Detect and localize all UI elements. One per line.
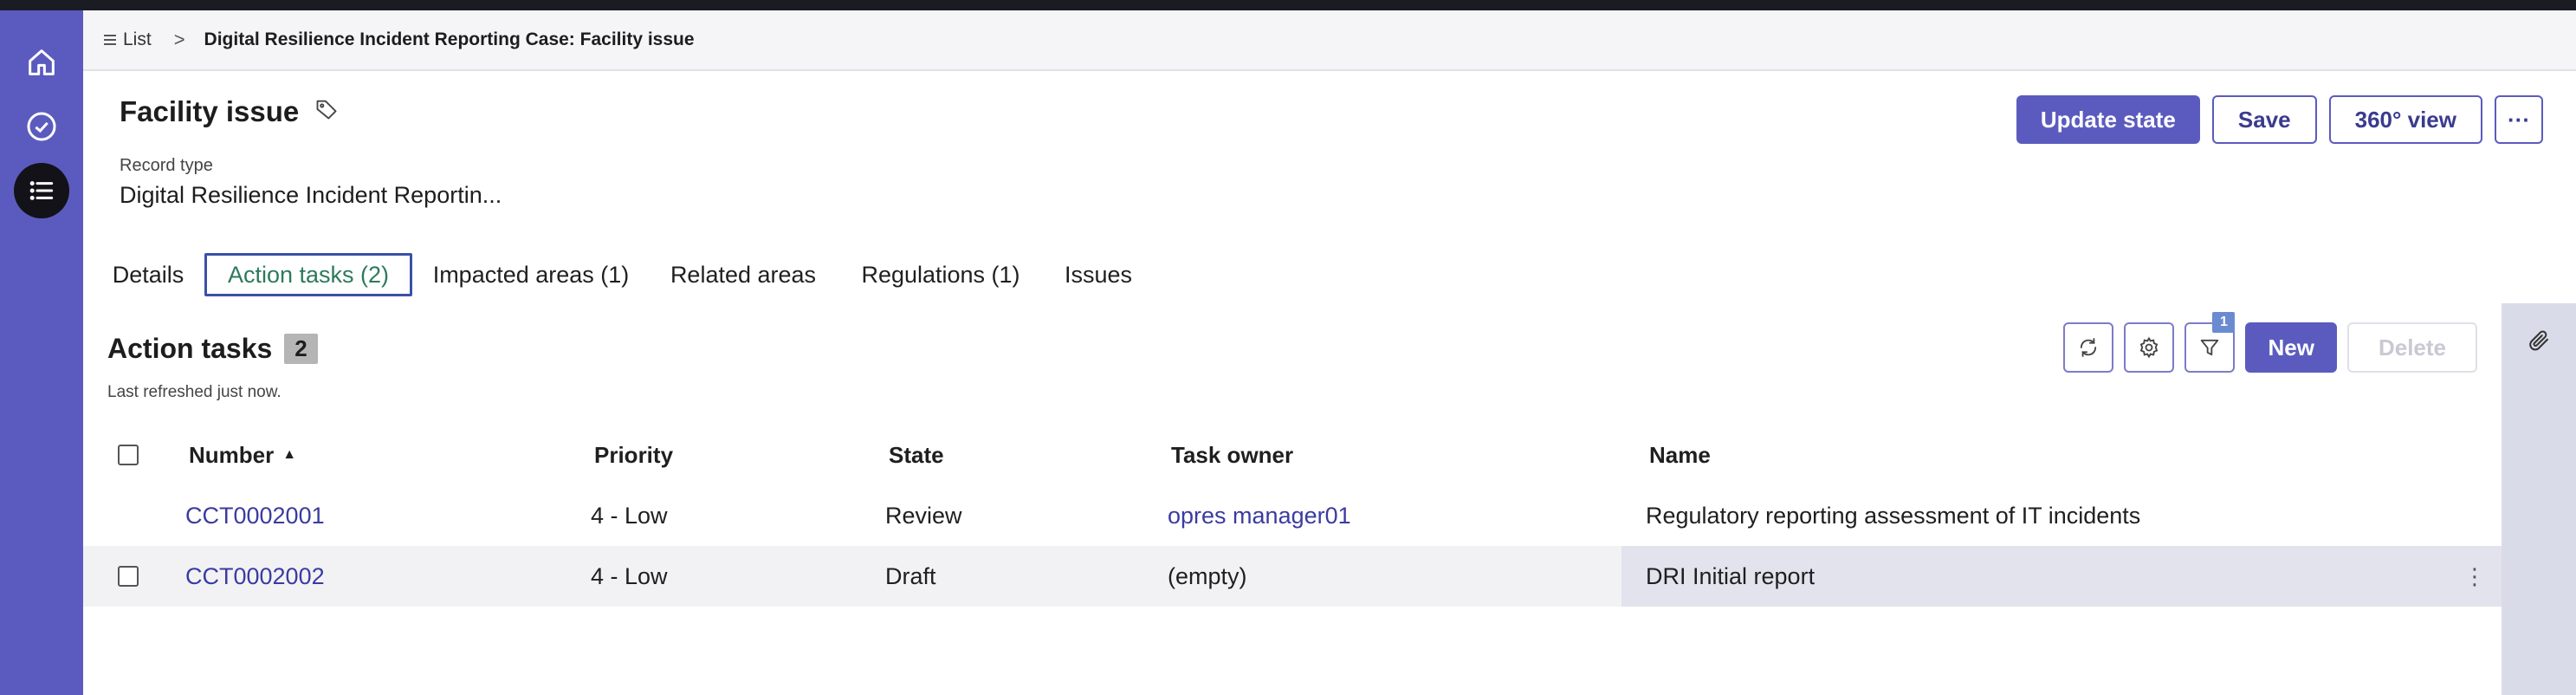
- count-badge: 2: [284, 334, 318, 364]
- breadcrumb-list-link[interactable]: List: [104, 29, 152, 50]
- tag-icon: [316, 100, 337, 120]
- row-menu-button[interactable]: ⋮: [2463, 546, 2486, 607]
- page-title: Facility issue: [120, 95, 339, 128]
- refresh-icon: [2081, 338, 2097, 357]
- list-title: Action tasks 2: [107, 333, 318, 365]
- tab-details[interactable]: Details: [100, 253, 196, 296]
- more-actions-button[interactable]: ···: [2495, 95, 2543, 144]
- new-button[interactable]: New: [2245, 322, 2337, 373]
- update-state-button[interactable]: Update state: [2016, 95, 2200, 144]
- column-header-priority[interactable]: Priority: [594, 425, 673, 485]
- row-select-cell: [118, 546, 139, 607]
- name-cell[interactable]: Regulatory reporting assessment of IT in…: [1646, 485, 2140, 546]
- breadcrumb-list-label: List: [123, 29, 152, 49]
- task-owner-link-text: opres manager01: [1168, 502, 1351, 529]
- refresh-button[interactable]: [2063, 322, 2114, 373]
- save-button[interactable]: Save: [2211, 95, 2317, 144]
- state-cell: Review: [885, 502, 962, 529]
- number-link[interactable]: CCT0002001: [185, 485, 325, 546]
- delete-button[interactable]: Delete: [2346, 322, 2477, 373]
- nav-rail: [0, 10, 83, 695]
- list-actions: 1 New Delete: [2063, 312, 2477, 373]
- number-link[interactable]: CCT0002002: [185, 546, 325, 607]
- priority-cell: 4 - Low: [591, 562, 668, 589]
- select-all-checkbox[interactable]: [118, 445, 139, 465]
- list-settings-button[interactable]: [2124, 322, 2175, 373]
- header-actions: Update state Save 360° view ···: [2016, 95, 2543, 144]
- sort-ascending-icon: ▲: [282, 447, 297, 462]
- list-nav-button[interactable]: [14, 163, 69, 218]
- task-owner-cell: (empty): [1168, 562, 1247, 589]
- column-header-task-owner[interactable]: Task owner: [1171, 425, 1293, 485]
- filter-count-badge: 1: [2212, 312, 2236, 333]
- record-type-label: Record type: [120, 156, 213, 175]
- list-icon: [29, 181, 54, 200]
- record-type-value: Digital Resilience Incident Reportin...: [120, 182, 502, 208]
- tab-impacted-areas[interactable]: Impacted areas (1): [428, 253, 634, 296]
- priority-cell: 4 - Low: [591, 502, 668, 529]
- view-360-button[interactable]: 360° view: [2328, 95, 2482, 144]
- column-header-number-label: Number: [189, 441, 275, 468]
- contextual-side-panel: [2502, 303, 2576, 695]
- row-checkbox[interactable]: [118, 566, 139, 587]
- action-tasks-panel: Action tasks 2 Last refreshed just now. …: [83, 303, 2502, 695]
- tab-related-areas[interactable]: Related areas: [665, 253, 821, 296]
- name-cell[interactable]: DRI Initial report: [1646, 546, 1815, 607]
- tab-action-tasks[interactable]: Action tasks (2): [204, 253, 412, 296]
- record-tabs: Details Action tasks (2) Impacted areas …: [83, 239, 2576, 305]
- number-link-text: CCT0002002: [185, 562, 325, 589]
- column-header-number[interactable]: Number ▲: [189, 425, 296, 485]
- last-refreshed-text: Last refreshed just now.: [107, 383, 282, 401]
- breadcrumb-separator: >: [173, 29, 185, 50]
- gear-icon: [2140, 336, 2159, 359]
- menu-icon: [104, 35, 116, 45]
- home-icon: [29, 49, 55, 75]
- list-title-text: Action tasks: [107, 333, 273, 364]
- check-circle-icon: [27, 112, 56, 141]
- paperclip-icon[interactable]: [2526, 328, 2552, 354]
- tag-button[interactable]: [314, 95, 339, 128]
- table-row: CCT0002002 4 - Low Draft (empty) DRI Ini…: [83, 546, 2502, 607]
- table-header: Number ▲ Priority State Task owner Name: [83, 425, 2502, 485]
- column-header-state[interactable]: State: [889, 425, 944, 485]
- home-nav-button[interactable]: [14, 35, 69, 90]
- breadcrumb-current: Digital Resilience Incident Reporting Ca…: [204, 29, 695, 49]
- state-cell: Draft: [885, 562, 936, 589]
- main-content: List > Digital Resilience Incident Repor…: [83, 10, 2576, 695]
- number-link-text: CCT0002001: [185, 502, 325, 529]
- tab-regulations[interactable]: Regulations (1): [852, 253, 1029, 296]
- column-header-name[interactable]: Name: [1649, 425, 1711, 485]
- task-owner-link[interactable]: opres manager01: [1168, 485, 1351, 546]
- filter-button[interactable]: 1: [2184, 312, 2236, 373]
- table-row: CCT0002001 4 - Low Review opres manager0…: [83, 485, 2502, 546]
- tab-issues[interactable]: Issues: [1057, 253, 1140, 296]
- select-all-cell: [118, 425, 139, 485]
- tasks-nav-button[interactable]: [14, 99, 69, 154]
- filter-icon: [2201, 339, 2219, 356]
- record-title: Facility issue: [120, 95, 300, 127]
- breadcrumb: List > Digital Resilience Incident Repor…: [83, 10, 2576, 71]
